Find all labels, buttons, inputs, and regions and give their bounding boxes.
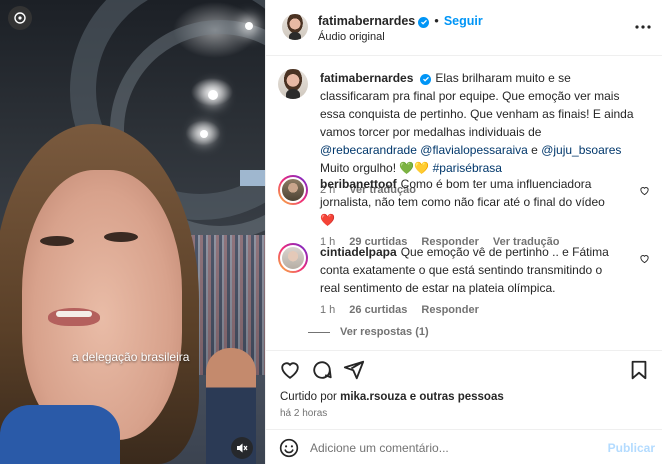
reel-video[interactable]: a delegação brasileira [0,0,265,464]
caption-text: Muito orgulho! 💚💛 [320,161,433,175]
comment-item: cintiadelpapa Que emoção vê de pertinho .… [278,243,650,333]
heart-icon[interactable] [279,359,301,381]
liked-by: Curtido por mika.rsouza e outras pessoas [280,391,504,403]
stadium-light [200,130,208,138]
comment-likes[interactable]: 26 curtidas [349,304,407,316]
more-horizontal-icon[interactable] [635,18,651,29]
emoji-icon[interactable] [279,438,299,458]
woman-face [22,170,182,440]
reel-audio-icon[interactable] [8,6,32,30]
bookmark-icon[interactable] [628,359,650,381]
share-icon[interactable] [343,359,365,381]
comment-body: cintiadelpapa Que emoção vê de pertinho .… [320,243,620,319]
author-username[interactable]: fatimabernardes [318,14,415,28]
post-timestamp[interactable]: há 2 horas [280,408,327,419]
eye [40,236,74,246]
comment-username[interactable]: cintiadelpapa [320,245,397,259]
post-sidebar: fatimabernardes • Seguir Áudio original fa… [265,0,662,464]
eye [104,232,138,242]
comments-scroll[interactable]: fatimabernardes Elas brilharam muito e se… [266,57,662,349]
stadium-light [208,90,218,100]
like-comment-heart-icon[interactable] [639,253,650,264]
like-comment-heart-icon[interactable] [639,185,650,196]
post-caption: fatimabernardes Elas brilharam muito e se… [278,69,650,196]
author-avatar[interactable] [282,14,308,40]
author-avatar[interactable] [278,69,308,99]
teeth [56,311,92,317]
caption-username[interactable]: fatimabernardes [320,71,413,85]
liked-by-user[interactable]: mika.rsouza [340,391,406,403]
mention-link[interactable]: @juju_bsoares [541,143,621,157]
commenter-avatar[interactable] [278,243,308,273]
speaker-muted-icon[interactable] [231,437,253,459]
comment-item: beribanettoof Como é bom ter uma influenc… [278,175,650,248]
caption-text: e [527,143,542,157]
shirt [0,405,120,464]
view-replies-link[interactable]: Ver respostas (1) [308,326,429,338]
publish-button[interactable]: Publicar [608,441,655,455]
hashtag-link[interactable]: #parisébrasa [433,161,502,175]
liked-by-prefix: Curtido por [280,391,341,403]
commenter-avatar[interactable] [278,175,308,205]
header-line: fatimabernardes • Seguir [318,13,483,28]
liked-by-others[interactable]: e outras pessoas [407,391,504,403]
comment-time[interactable]: 1 h [320,304,335,316]
comment-icon[interactable] [311,359,333,381]
separator-dot: • [434,13,439,28]
mention-link[interactable]: @rebecarandrade [320,143,417,157]
video-caption: a delegação brasileira [72,350,190,364]
comment-composer: Publicar [266,429,662,464]
original-audio-link[interactable]: Áudio original [318,31,385,43]
follow-button[interactable]: Seguir [444,14,483,28]
reply-button[interactable]: Responder [421,304,478,316]
arena-screen [240,170,265,186]
stadium-light [245,22,253,30]
comment-input[interactable] [310,438,600,458]
mention-link[interactable]: @flavialopessaraiva [420,143,528,157]
comment-body: beribanettoof Como é bom ter uma influenc… [320,175,620,251]
verified-badge-icon [420,73,432,85]
comment-username[interactable]: beribanettoof [320,177,397,191]
post-header: fatimabernardes • Seguir Áudio original [266,0,662,56]
comment-meta: 1 h 26 curtidas Responder [320,301,620,319]
verified-badge-icon [418,16,430,28]
